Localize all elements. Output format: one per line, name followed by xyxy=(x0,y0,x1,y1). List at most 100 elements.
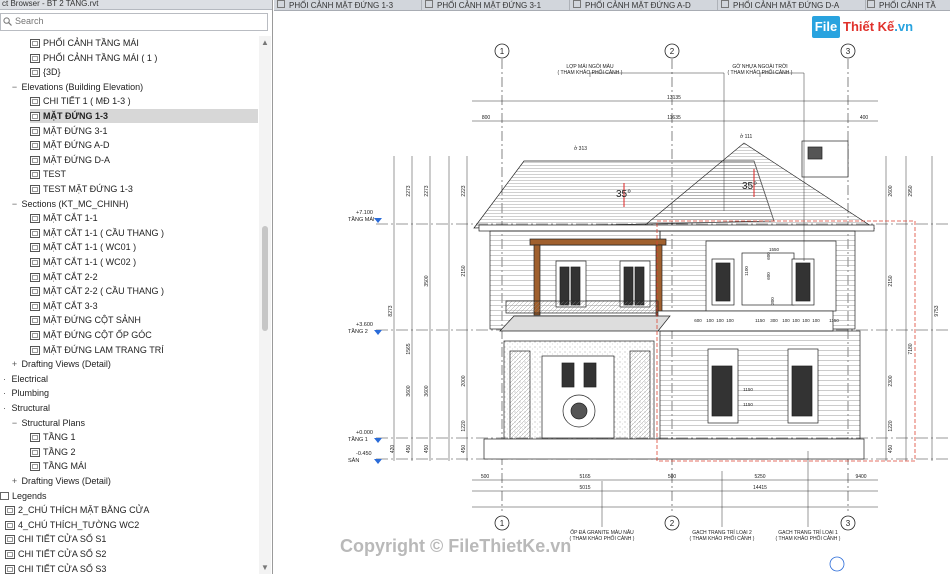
tree-group[interactable]: − Elevations (Building Elevation) xyxy=(10,80,258,94)
view-icon xyxy=(30,39,40,48)
tree-item[interactable]: MẶT ĐỨNG 3-1 xyxy=(30,124,258,138)
tree-item-label: MẶT CẮT 3-3 xyxy=(43,300,98,311)
view-icon xyxy=(30,126,40,136)
tree-item[interactable]: MẶT CẮT 1-1 xyxy=(30,211,258,225)
tree-group[interactable]: + Drafting Views (Detail) xyxy=(10,357,258,371)
tree-item[interactable]: MẶT ĐỨNG D-A xyxy=(30,153,258,167)
view-tab[interactable]: PHỐI CẢNH MẶT ĐỨNG D-A xyxy=(718,0,866,10)
dimension-text: 1220 xyxy=(461,420,467,431)
dimension-text: 2950 xyxy=(908,185,914,196)
expand-icon[interactable]: + xyxy=(10,474,19,488)
tree-item[interactable]: PHỐI CẢNH TẦNG MÁI ( 1 ) xyxy=(30,51,258,65)
tree-item[interactable]: TẦNG MÁI xyxy=(30,459,258,473)
tree-item-label: Elevations (Building Elevation) xyxy=(21,81,144,92)
tree-item[interactable]: CHI TIẾT 1 ( MĐ 1-3 ) xyxy=(30,94,258,108)
tree-item[interactable]: CHI TIẾT CỬA SỔ S2 xyxy=(5,547,258,561)
tree-item[interactable]: MẶT ĐỨNG 1-3 xyxy=(30,109,258,123)
view-icon xyxy=(30,301,40,311)
view-tab[interactable]: PHỐI CẢNH MẶT ĐỨNG 1-3 xyxy=(274,0,422,10)
legend-icon xyxy=(0,491,9,500)
tree-group[interactable]: · Structural xyxy=(0,401,258,415)
drawing-label: GẠCH TRANG TRÍ LOẠI 2 xyxy=(692,529,752,536)
collapse-icon[interactable]: · xyxy=(0,401,9,415)
dimension-text: 3600 xyxy=(424,385,430,396)
house-icon xyxy=(573,0,581,8)
grid-bubble-label: 1 xyxy=(500,47,505,56)
tree-item-label: MẶT ĐỨNG D-A xyxy=(43,154,111,165)
tree-group[interactable]: − Structural Plans xyxy=(10,416,258,430)
tree-item[interactable]: TEST xyxy=(30,167,258,181)
search-box[interactable] xyxy=(0,13,268,31)
view-icon xyxy=(5,520,15,530)
dimension-text: 1550 xyxy=(769,247,780,252)
dimension-text: 1150 xyxy=(829,318,839,323)
logo-wordmark: Thiết Kế.vn xyxy=(843,19,913,34)
dimension-text: 2150 xyxy=(888,275,894,286)
tree-item[interactable]: MẶT CẮT 3-3 xyxy=(30,299,258,313)
tree-group[interactable]: + Drafting Views (Detail) xyxy=(10,474,258,488)
tree-item[interactable]: TEST MẶT ĐỨNG 1-3 xyxy=(30,182,258,196)
tree-item[interactable]: 2_CHÚ THÍCH MẶT BẰNG CỬA xyxy=(5,503,258,517)
project-browser-title: ct Browser - BT 2 TANG.rvt xyxy=(0,0,272,10)
tree-item[interactable]: MẶT CẮT 2-2 xyxy=(30,270,258,284)
tree-item-label: 4_CHÚ THÍCH_TƯỜNG WC2 xyxy=(18,519,140,530)
level-marker xyxy=(374,330,382,335)
drawing-canvas[interactable]: 1 1 2 2 3 3 LỢP MÁI NGÓI MÀU( THAM KHẢO PHỐI C… xyxy=(274,11,950,574)
tree-item[interactable]: MẶT ĐỨNG CỘT SẢNH xyxy=(30,313,258,327)
tree-item[interactable]: CHI TIẾT CỬA SỔ S3 xyxy=(5,562,258,574)
tree-group[interactable]: · Electrical xyxy=(0,372,258,386)
collapse-icon[interactable]: · xyxy=(0,372,9,386)
level-elevation: +0.000 xyxy=(356,430,373,436)
tree-item-label: Drafting Views (Detail) xyxy=(21,476,111,486)
tree-item[interactable]: CHI TIẾT CỬA SỔ S1 xyxy=(5,532,258,546)
expand-icon[interactable]: + xyxy=(10,357,19,371)
tree-scrollbar[interactable]: ▲ ▼ xyxy=(259,36,271,574)
filethietke-logo: File Thiết Kế.vn xyxy=(812,16,922,40)
collapse-icon[interactable]: − xyxy=(10,197,19,211)
dimension-text: 2300 xyxy=(888,375,894,386)
scroll-down-arrow-icon[interactable]: ▼ xyxy=(261,563,269,572)
drawing-label: ( THAM KHẢO PHỐI CẢNH ) xyxy=(690,535,755,542)
dimension-text: 14415 xyxy=(753,485,767,491)
collapse-icon[interactable]: − xyxy=(10,416,19,430)
view-tab[interactable]: PHỐI CẢNH MẶT ĐỨNG A-D xyxy=(570,0,718,10)
tree-item[interactable]: MẶT ĐỨNG CỘT ỐP GÓC xyxy=(30,328,258,342)
dimension-text: 1150 xyxy=(755,318,765,323)
view-icon xyxy=(30,97,40,107)
tree-item-label: PHỐI CẢNH TẦNG MÁI ( 1 ) xyxy=(43,52,158,63)
scroll-up-arrow-icon[interactable]: ▲ xyxy=(261,38,269,47)
tree-item[interactable]: MẶT ĐỨNG LAM TRANG TRÍ xyxy=(30,343,258,357)
tree-item[interactable]: MẶT CẮT 2-2 ( CẦU THANG ) xyxy=(30,284,258,298)
dimension-text: 450 xyxy=(406,445,412,454)
dimension-text: 300 xyxy=(770,297,775,305)
level-elevation: +7.100 xyxy=(356,210,373,216)
collapse-icon[interactable]: · xyxy=(0,386,9,400)
scrollbar-thumb[interactable] xyxy=(262,226,268,331)
tree-item[interactable]: 4_CHÚ THÍCH_TƯỜNG WC2 xyxy=(5,518,258,532)
drawing-label: ( THAM KHẢO PHỐI CẢNH ) xyxy=(570,535,635,542)
tree-group[interactable]: · Plumbing xyxy=(0,386,258,400)
tree-item-label: CHI TIẾT 1 ( MĐ 1-3 ) xyxy=(43,96,131,107)
tree-item[interactable]: MẶT ĐỨNG A-D xyxy=(30,138,258,152)
tree-item[interactable]: PHỐI CẢNH TẦNG MÁI xyxy=(30,36,258,50)
tree-item-label: TẦNG MÁI xyxy=(43,461,87,472)
view-tab[interactable]: PHỐI CẢNH TẦ xyxy=(864,0,950,10)
tree-item[interactable]: {3D} xyxy=(30,65,258,79)
tree-item[interactable]: MẶT CẮT 1-1 ( CẦU THANG ) xyxy=(30,226,258,240)
tree-item[interactable]: MẶT CẮT 1-1 ( WC01 ) xyxy=(30,240,258,254)
tree-group[interactable]: − Sections (KT_MC_CHINH) xyxy=(10,197,258,211)
dimension-text: 2273 xyxy=(424,185,430,196)
tree-item[interactable]: TẦNG 2 xyxy=(30,445,258,459)
tree-item[interactable]: TẦNG 1 xyxy=(30,430,258,444)
tree-item-label: MẶT CẮT 2-2 ( CẦU THANG ) xyxy=(43,286,165,297)
spot-label: ở 111 xyxy=(740,133,752,140)
tree-group[interactable]: Legends xyxy=(0,489,258,503)
dimension-text: 8273 xyxy=(388,305,394,316)
dimension-text: 2150 xyxy=(461,265,467,276)
tree-item-label: Structural xyxy=(11,403,51,413)
tree-item[interactable]: MẶT CẮT 1-1 ( WC02 ) xyxy=(30,255,258,269)
tree-item-label: Sections (KT_MC_CHINH) xyxy=(21,198,129,209)
search-input[interactable] xyxy=(15,15,255,27)
view-tab[interactable]: PHỐI CẢNH MẶT ĐỨNG 3-1 xyxy=(422,0,570,10)
collapse-icon[interactable]: − xyxy=(10,80,19,94)
